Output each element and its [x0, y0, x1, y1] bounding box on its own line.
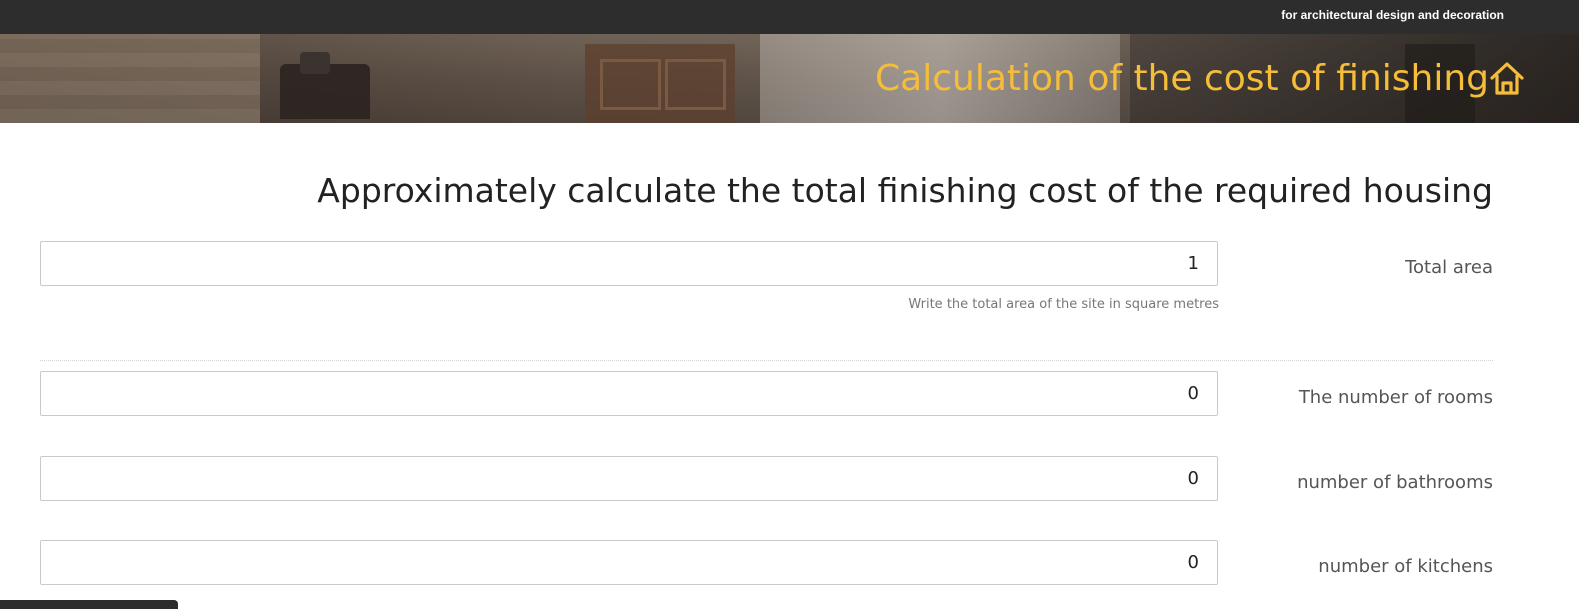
rooms-label: The number of rooms — [1298, 387, 1493, 408]
kitchens-label: number of kitchens — [1318, 556, 1493, 577]
banner-background — [0, 34, 260, 123]
tagline: for architectural design and decoration — [1281, 8, 1504, 22]
form-heading: Approximately calculate the total finish… — [317, 171, 1493, 210]
divider — [40, 360, 1493, 361]
bathrooms-label: number of bathrooms — [1297, 472, 1493, 493]
bathrooms-input[interactable] — [41, 457, 1217, 500]
bottom-tab[interactable] — [0, 600, 178, 609]
banner-background — [600, 59, 661, 110]
kitchens-input[interactable] — [41, 541, 1217, 584]
bathrooms-field[interactable] — [40, 456, 1218, 501]
rooms-input[interactable] — [41, 372, 1217, 415]
rooms-field[interactable] — [40, 371, 1218, 416]
banner-background — [300, 52, 330, 74]
total-area-help: Write the total area of the site in squa… — [908, 297, 1219, 312]
total-area-label: Total area — [1405, 257, 1493, 278]
total-area-input[interactable] — [41, 242, 1217, 285]
total-area-field[interactable] — [40, 241, 1218, 286]
home-icon — [1490, 62, 1524, 95]
banner-background — [665, 59, 726, 110]
kitchens-field[interactable] — [40, 540, 1218, 585]
hero-banner: Calculation of the cost of finishing — [0, 34, 1579, 123]
page-title: Calculation of the cost of finishing — [875, 58, 1489, 99]
top-bar: for architectural design and decoration — [0, 0, 1579, 34]
